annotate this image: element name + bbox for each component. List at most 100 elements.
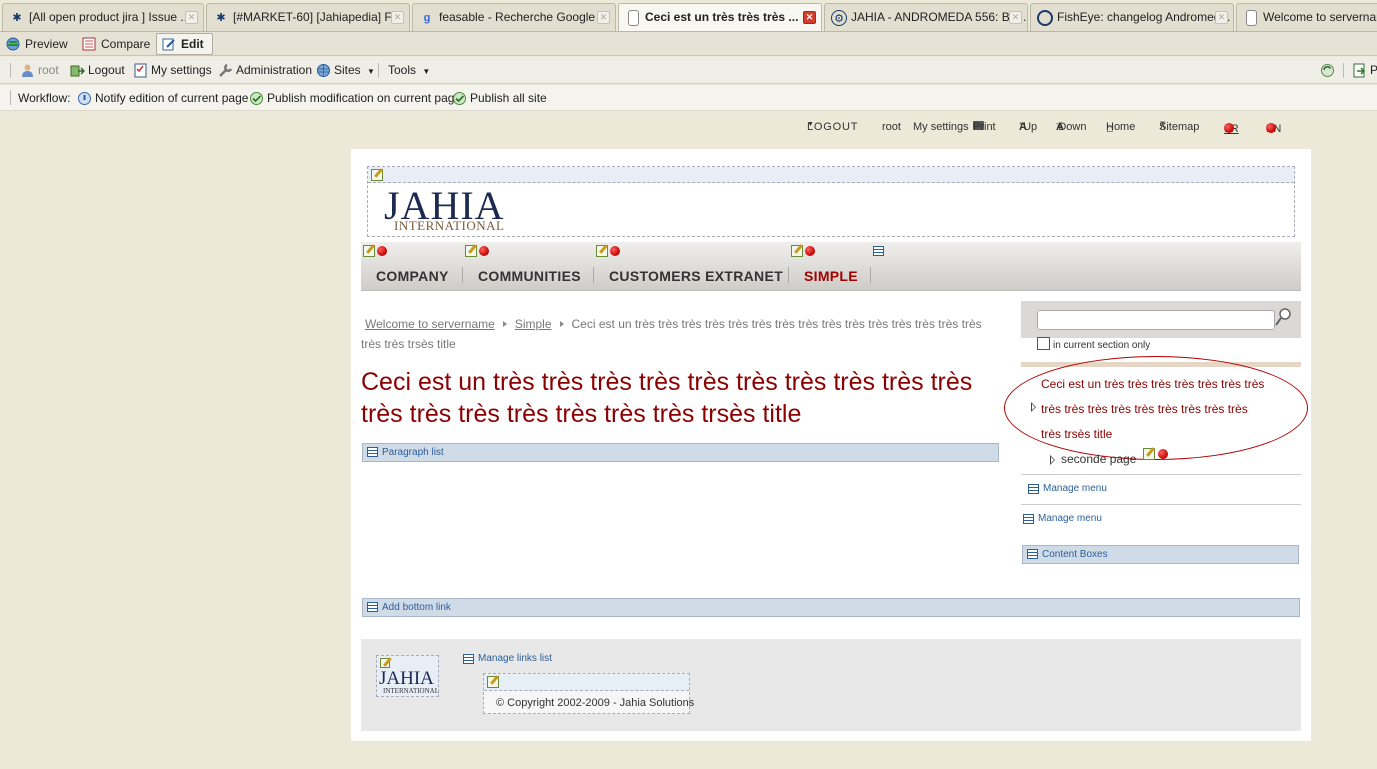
publish-page-button[interactable]: Publish modification on current page bbox=[249, 90, 461, 108]
toolbar-separator bbox=[1343, 63, 1344, 78]
edit-pencil-icon[interactable] bbox=[791, 245, 803, 257]
list-icon bbox=[1028, 484, 1039, 494]
browser-tab[interactable]: ✱ [#MARKET-60] [Jahiapedia] Fi... ✕ bbox=[206, 3, 410, 31]
nav-item-company[interactable]: COMPANY bbox=[376, 268, 449, 284]
status-red-dot-icon bbox=[805, 246, 815, 256]
workflow-label: Workflow: bbox=[18, 90, 70, 108]
close-icon[interactable]: ✕ bbox=[185, 11, 198, 24]
checklist-icon bbox=[134, 63, 147, 78]
my-settings-button[interactable]: My settings bbox=[133, 62, 212, 80]
sites-menu[interactable]: Sites ▼ bbox=[316, 62, 375, 80]
user-icon bbox=[22, 64, 33, 77]
copyright-text: © Copyright 2002-2009 - Jahia Solutions bbox=[496, 697, 695, 709]
compare-icon bbox=[82, 37, 96, 51]
site-logo-subtitle: INTERNATIONAL bbox=[394, 218, 505, 233]
browser-tab[interactable]: FishEye: changelog Andromed... ✕ bbox=[1030, 3, 1234, 31]
manage-links-list[interactable]: Manage links list bbox=[463, 653, 552, 664]
google-icon: g bbox=[423, 12, 431, 24]
administration-button[interactable]: Administration bbox=[218, 62, 312, 80]
nav-item-simple[interactable]: SIMPLE bbox=[804, 268, 858, 284]
edit-pencil-icon[interactable] bbox=[465, 245, 477, 257]
status-red-dot-icon bbox=[1158, 449, 1168, 459]
edit-pencil-icon[interactable] bbox=[371, 169, 383, 181]
my-settings-link[interactable]: My settings bbox=[913, 121, 969, 133]
edit-button[interactable]: Edit bbox=[156, 33, 213, 55]
footer-logo-subtitle: INTERNATIONAL bbox=[383, 687, 439, 695]
breadcrumb-simple-link[interactable]: Simple bbox=[515, 317, 552, 331]
refresh-button[interactable] bbox=[1320, 62, 1335, 80]
nav-separator bbox=[870, 267, 871, 283]
notify-edition-button[interactable]: Notify edition of current page bbox=[77, 90, 248, 108]
font-down-label: Down bbox=[1058, 121, 1087, 133]
edit-pencil-icon[interactable] bbox=[487, 676, 499, 688]
section-only-checkbox[interactable] bbox=[1037, 337, 1050, 350]
nav-item-customers-extranet[interactable]: CUSTOMERS EXTRANET bbox=[609, 268, 783, 284]
my-settings-label: My settings bbox=[151, 63, 212, 77]
wrench-icon bbox=[219, 63, 233, 77]
browser-tab[interactable]: g feasable - Recherche Google ✕ bbox=[412, 3, 616, 31]
tab-label: Welcome to servername bbox=[1263, 10, 1377, 24]
section-only-label: in current section only bbox=[1053, 340, 1151, 351]
publish-icon bbox=[1353, 63, 1366, 78]
publish-site-button[interactable]: Publish all site bbox=[452, 90, 547, 108]
close-icon[interactable]: ✕ bbox=[597, 11, 610, 24]
font-up-label: Up bbox=[1023, 121, 1038, 133]
paragraph-list-bar[interactable]: Paragraph list bbox=[362, 443, 999, 462]
search-icon[interactable] bbox=[1275, 307, 1293, 327]
close-icon[interactable]: ✕ bbox=[391, 11, 404, 24]
footer-logo[interactable]: JAHIA INTERNATIONAL bbox=[376, 655, 439, 697]
tools-menu[interactable]: Tools ▼ bbox=[370, 62, 430, 80]
tab-label: feasable - Recherche Google bbox=[439, 10, 596, 24]
search-box bbox=[1021, 301, 1301, 338]
add-bottom-link-bar[interactable]: Add bottom link bbox=[362, 598, 1300, 617]
user-link[interactable]: root bbox=[882, 121, 901, 133]
font-down-link[interactable]: A- Down bbox=[1056, 121, 1086, 134]
nav-item-communities[interactable]: COMMUNITIES bbox=[478, 268, 581, 284]
edit-pencil-icon[interactable] bbox=[1143, 448, 1155, 460]
manage-menu-link-2[interactable]: Manage menu bbox=[1023, 513, 1102, 524]
manage-links-label: Manage links list bbox=[478, 653, 552, 664]
publish-toolbar-button[interactable]: P bbox=[1352, 62, 1377, 80]
close-icon[interactable]: ✕ bbox=[1009, 11, 1022, 24]
annotation-circle bbox=[1004, 356, 1308, 460]
close-icon[interactable]: ✕ bbox=[1215, 11, 1228, 24]
side-menu-item-seconde-page[interactable]: seconde page bbox=[1061, 452, 1136, 466]
preview-button[interactable]: Preview bbox=[0, 33, 77, 55]
logo-edit-bar bbox=[368, 167, 1294, 183]
user-label: root bbox=[20, 62, 59, 80]
edit-pencil-icon[interactable] bbox=[596, 245, 608, 257]
browser-tab[interactable]: Welcome to servername bbox=[1236, 3, 1377, 31]
list-icon[interactable] bbox=[873, 246, 884, 256]
breadcrumb-home-link[interactable]: Welcome to servername bbox=[365, 317, 495, 331]
footer-logo-text: JAHIA bbox=[379, 668, 434, 689]
list-icon bbox=[1023, 514, 1034, 524]
edit-pencil-icon[interactable] bbox=[363, 245, 375, 257]
breadcrumb-arrow-icon bbox=[502, 321, 507, 327]
jira-icon: ✱ bbox=[12, 12, 22, 24]
close-icon[interactable]: ✕ bbox=[803, 11, 816, 24]
browser-tab-active[interactable]: Ceci est un très très très ... ✕ bbox=[618, 3, 822, 31]
browser-tab[interactable]: ⚙ JAHIA - ANDROMEDA 556: Bu... ✕ bbox=[824, 3, 1028, 31]
administration-label: Administration bbox=[236, 63, 313, 77]
expand-arrow-icon[interactable] bbox=[1050, 455, 1055, 465]
browser-tab[interactable]: ✱ [All open product jira ] Issue ... ✕ bbox=[2, 3, 204, 31]
tools-label: Tools bbox=[388, 63, 417, 77]
search-input[interactable] bbox=[1037, 310, 1275, 330]
add-bottom-link-label: Add bottom link bbox=[382, 602, 451, 613]
logo-container: JAHIA INTERNATIONAL bbox=[367, 166, 1295, 237]
logout-button[interactable]: Logout bbox=[70, 62, 125, 80]
sites-label: Sites bbox=[334, 63, 361, 77]
tab-label: [#MARKET-60] [Jahiapedia] Fi... bbox=[233, 10, 405, 24]
breadcrumb: Welcome to servername Simple Ceci est un t… bbox=[361, 314, 991, 354]
content-boxes-bar[interactable]: Content Boxes bbox=[1022, 545, 1299, 564]
font-up-link[interactable]: A + Up bbox=[1019, 121, 1037, 134]
workflow-bar: Workflow: Notify edition of current page… bbox=[0, 85, 1377, 111]
manage-menu-link-1[interactable]: Manage menu bbox=[1028, 483, 1107, 494]
tab-label: JAHIA - ANDROMEDA 556: Bu... bbox=[851, 10, 1027, 24]
edit-pencil-icon[interactable] bbox=[380, 658, 390, 668]
user-name: root bbox=[38, 63, 59, 77]
tab-label: Ceci est un très très très ... bbox=[645, 10, 799, 24]
workflow-label-text: Workflow: bbox=[18, 91, 71, 105]
compare-button[interactable]: Compare bbox=[76, 33, 159, 55]
status-red-dot-icon bbox=[1224, 123, 1234, 133]
